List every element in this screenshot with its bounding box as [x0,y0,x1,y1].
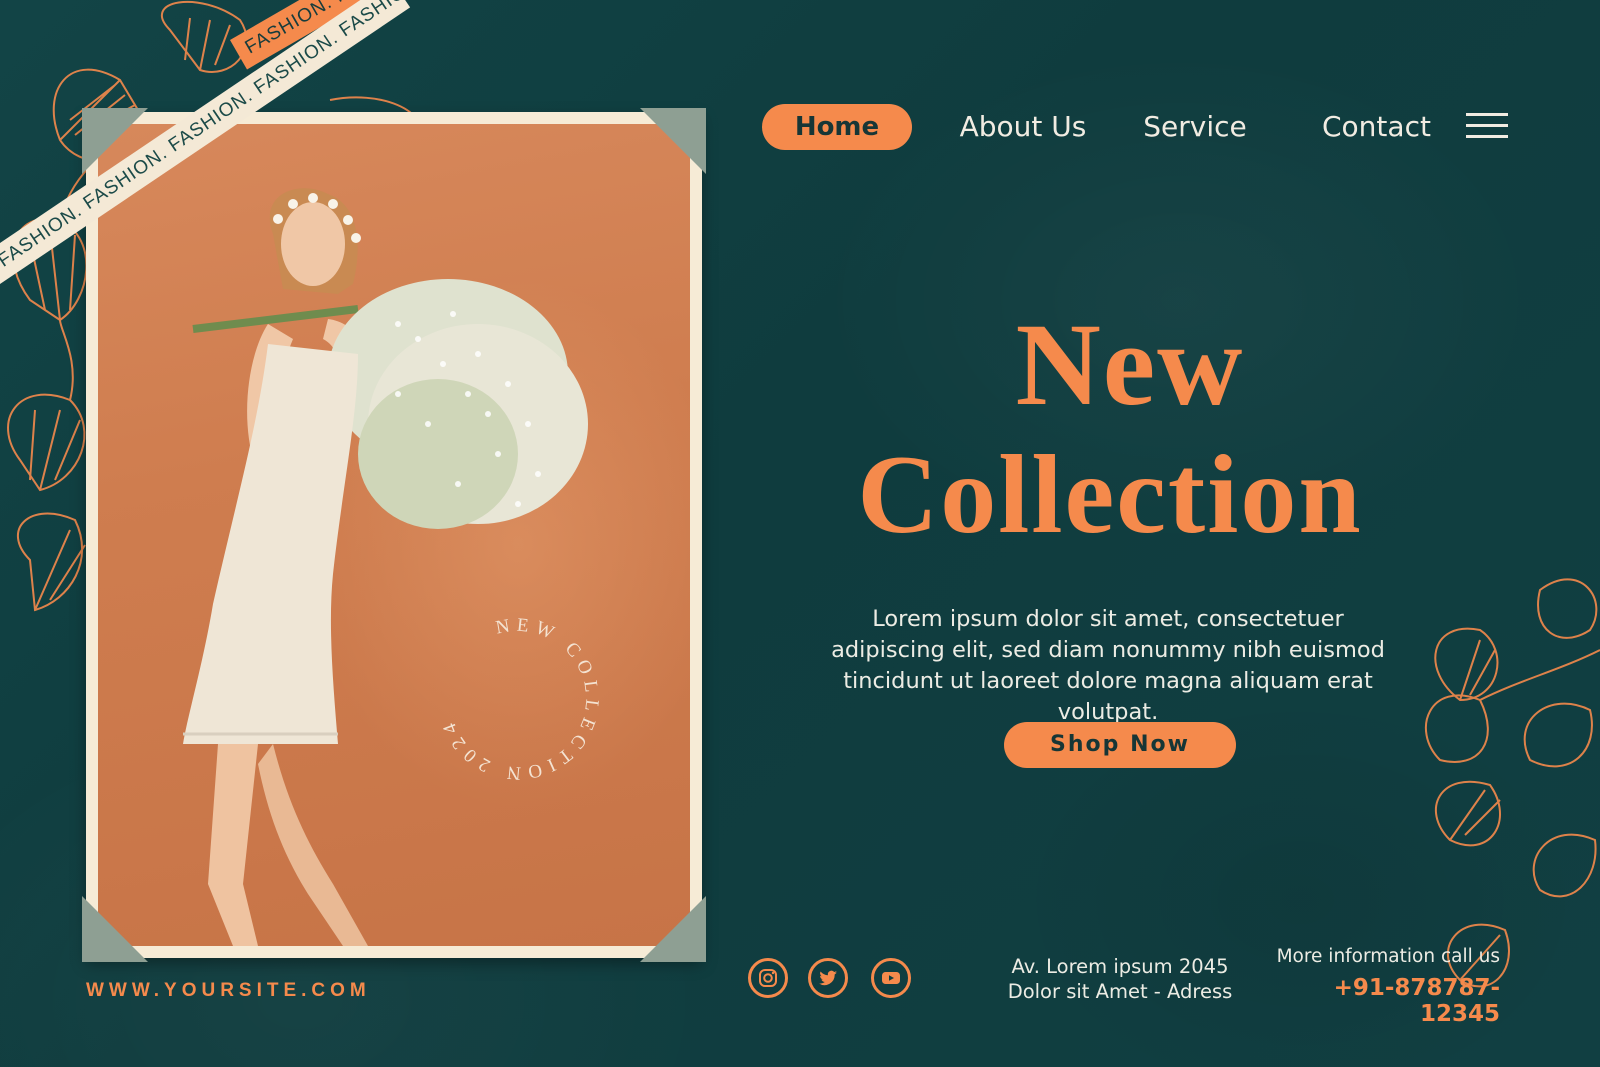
main-nav: Home About Us Service Contact [762,104,1518,150]
contact-label: More information call us [1276,946,1500,967]
address-line2: Dolor sit Amet - Adress [1007,980,1233,1003]
twitter-icon[interactable] [808,958,848,998]
youtube-icon[interactable] [871,958,911,998]
hero-title-line2: Collection [857,433,1363,557]
contact-phone[interactable]: +91-878787-12345 [1260,975,1500,1027]
hero-description: Lorem ipsum dolor sit amet, consectetuer… [831,606,1385,725]
nav-item-about-us[interactable]: About Us [958,104,1088,150]
nav-item-contact[interactable]: Contact [1322,104,1431,150]
nav-item-service[interactable]: Service [1140,104,1250,150]
new-collection-stamp: NEW COLLECTION 2024 [437,615,603,784]
address: Av. Lorem ipsum 2045 Dolor sit Amet - Ad… [1000,954,1240,1004]
hero-title: New Collection [780,300,1440,560]
model-with-flowers-illustration [183,188,588,946]
site-url[interactable]: WWW.YOURSITE.COM [86,980,371,1002]
hero-photo: NEW COLLECTION 2024 [98,124,690,946]
hero-title-line1: New [1015,299,1245,430]
svg-text:NEW COLLECTION 2024: NEW COLLECTION 2024 [437,615,603,784]
nav-item-home[interactable]: Home [762,104,912,150]
hamburger-menu-icon[interactable] [1466,110,1508,142]
address-line1: Av. Lorem ipsum 2045 [1011,955,1229,978]
stamp-text: NEW COLLECTION 2024 [437,615,597,784]
shop-now-button[interactable]: Shop Now [1004,722,1236,768]
instagram-icon[interactable] [748,958,788,998]
photo-frame: NEW COLLECTION 2024 [82,108,706,962]
